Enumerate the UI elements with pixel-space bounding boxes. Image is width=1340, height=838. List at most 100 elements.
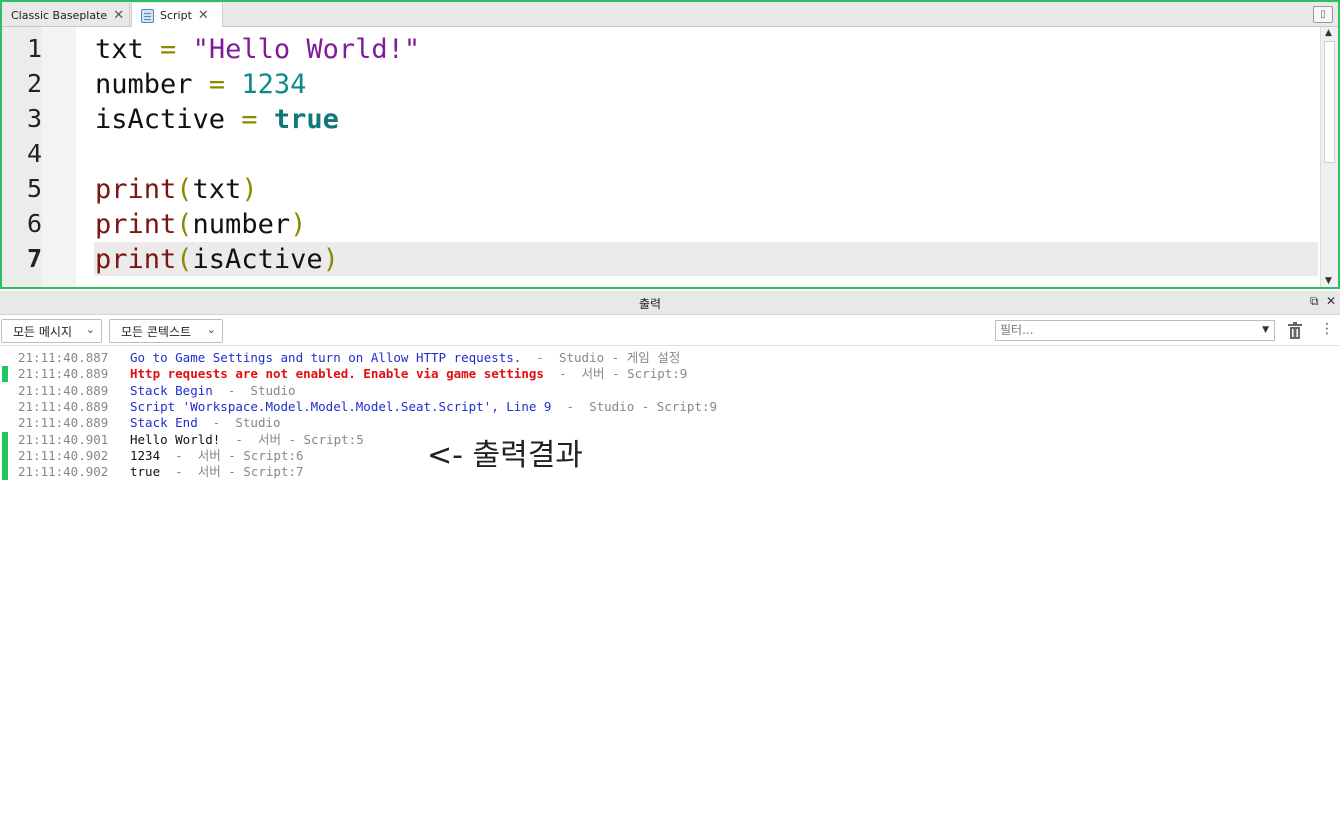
code-token: 1234 [241, 69, 307, 100]
code-token: ) [290, 209, 307, 240]
log-message: true [130, 464, 161, 480]
line-number-gutter: 1 2 3 4 5 6 7 [2, 27, 76, 287]
code-token: isActive [95, 104, 226, 135]
undock-icon[interactable]: ⧉ [1310, 294, 1319, 309]
output-log-list: 21:11:40.887 Go to Game Settings and turn… [0, 347, 1340, 838]
line-number: 3 [26, 104, 42, 133]
code-area[interactable]: txt = "Hello World!" number = 1234 isActiv… [76, 27, 1320, 287]
log-timestamp: 21:11:40.902 [18, 464, 109, 480]
line-number: 7 [26, 244, 42, 273]
line-number: 4 [26, 139, 42, 168]
message-filter-dropdown[interactable]: 모든 메시지 ⌄ [1, 319, 102, 343]
code-token: "Hello World!" [192, 34, 421, 65]
log-row[interactable]: 21:11:40.889 Http requests are not enable… [0, 366, 1000, 383]
code-token: number [95, 69, 193, 100]
line-number: 1 [26, 34, 42, 63]
close-icon[interactable]: ✕ [1326, 294, 1336, 308]
log-timestamp: 21:11:40.889 [18, 398, 109, 414]
log-source: - 서버 - Script:9 [543, 366, 688, 382]
code-token: ( [176, 244, 193, 275]
log-message: Http requests are not enabled. Enable vi… [130, 366, 544, 382]
code-token: true [273, 104, 339, 135]
log-timestamp: 21:11:40.889 [18, 415, 109, 431]
log-timestamp: 21:11:40.901 [18, 431, 109, 447]
code-token: = [143, 34, 193, 65]
close-icon[interactable]: ✕ [198, 8, 209, 23]
log-level-marker [2, 431, 8, 448]
line-number: 2 [26, 69, 42, 98]
log-timestamp: 21:11:40.889 [18, 382, 109, 398]
log-source: - Studio [212, 382, 296, 398]
log-message: Stack End [130, 415, 198, 431]
log-message-wrap: true - 서버 - Script:7 [130, 464, 304, 480]
code-token: ( [176, 209, 193, 240]
tab-label: Classic Baseplate [11, 8, 108, 22]
trash-icon[interactable] [1287, 322, 1303, 340]
log-level-marker [2, 464, 8, 481]
filter-placeholder: 필터... [1000, 323, 1034, 337]
code-line[interactable]: print(txt) [95, 172, 258, 207]
log-row[interactable]: 21:11:40.889 Stack Begin - Studio [0, 383, 1000, 399]
line-number: 5 [26, 174, 42, 203]
script-editor-frame: Classic Baseplate ✕ Script ✕ ▯ 1234567 t… [0, 0, 1340, 289]
log-message-wrap: Hello World! - 서버 - Script:5 [130, 432, 364, 448]
code-line[interactable]: isActive = true [95, 102, 339, 137]
scroll-down-icon[interactable]: ▼ [1325, 276, 1332, 286]
chevron-down-icon: ⌄ [206, 323, 216, 336]
annotation-label: <- 출력결과 [427, 438, 583, 473]
code-line[interactable]: print(number) [95, 207, 306, 242]
output-toolbar: 모든 메시지 ⌄ 모든 콘텍스트 ⌄ 필터... ▼ ⋮ [0, 316, 1340, 346]
log-message-wrap: 1234 - 서버 - Script:6 [130, 448, 304, 464]
scrollbar-thumb[interactable] [1324, 41, 1335, 163]
log-level-marker [2, 366, 8, 383]
context-filter-value: 모든 콘텍스트 [121, 324, 192, 339]
log-message-wrap: Stack Begin - Studio [130, 383, 296, 399]
log-message: 1234 [130, 447, 161, 463]
code-token: ) [322, 244, 339, 275]
code-line[interactable]: txt = "Hello World!" [95, 32, 420, 67]
chevron-down-icon[interactable]: ▼ [1262, 321, 1269, 340]
log-message-wrap: Script 'Workspace.Model.Model.Model.Seat… [130, 399, 717, 415]
tab-overflow-icon[interactable]: ▯ [1313, 6, 1333, 23]
log-source: - 서버 - Script:5 [220, 431, 364, 447]
log-timestamp: 21:11:40.887 [18, 350, 109, 365]
context-filter-dropdown[interactable]: 모든 콘텍스트 ⌄ [109, 319, 223, 343]
log-source: - Studio [197, 415, 281, 431]
log-source: - Studio - 게임 설정 [521, 350, 681, 365]
log-message: Script 'Workspace.Model.Model.Model.Seat… [130, 398, 552, 414]
code-token: print [95, 244, 177, 275]
chevron-down-icon: ⌄ [85, 323, 95, 336]
log-source: - 서버 - Script:6 [160, 447, 304, 463]
tab-classic-baseplate[interactable]: Classic Baseplate ✕ [2, 3, 130, 27]
code-token: = [192, 69, 242, 100]
scroll-up-icon[interactable]: ▲ [1325, 28, 1332, 38]
line-number: 6 [26, 209, 42, 238]
log-row[interactable]: 21:11:40.889 Script 'Workspace.Model.Mode… [0, 399, 1000, 415]
more-options-icon[interactable]: ⋮ [1320, 321, 1334, 337]
log-row[interactable]: 21:11:40.889 Stack End - Studio [0, 415, 1000, 431]
code-line[interactable]: number = 1234 [95, 67, 306, 102]
log-message: Hello World! [130, 431, 221, 447]
code-line[interactable]: print(isActive) [95, 242, 339, 277]
code-token: = [225, 104, 274, 135]
log-message-wrap: Go to Game Settings and turn on Allow HT… [130, 350, 680, 366]
fold-column [42, 27, 76, 287]
output-title: 출력 [638, 297, 662, 311]
log-message-wrap: Http requests are not enabled. Enable vi… [130, 366, 687, 382]
code-token: print [95, 174, 177, 205]
code-token: ) [241, 174, 258, 205]
close-icon[interactable]: ✕ [113, 8, 124, 23]
code-token: txt [95, 34, 144, 65]
log-source: - 서버 - Script:7 [160, 464, 304, 480]
log-message: Stack Begin [130, 382, 213, 398]
code-token: ( [176, 174, 193, 205]
filter-input[interactable]: 필터... ▼ [995, 320, 1275, 341]
editor-vertical-scrollbar[interactable]: ▲ ▼ [1320, 27, 1338, 287]
code-token: number [192, 209, 291, 240]
script-icon [141, 8, 154, 23]
log-timestamp: 21:11:40.889 [18, 366, 109, 382]
tab-script[interactable]: Script ✕ [131, 3, 223, 28]
log-row[interactable]: 21:11:40.887 Go to Game Settings and turn… [0, 350, 1000, 366]
log-message: Go to Game Settings and turn on Allow HT… [130, 350, 522, 365]
document-tab-bar: Classic Baseplate ✕ Script ✕ ▯ [2, 2, 1338, 28]
